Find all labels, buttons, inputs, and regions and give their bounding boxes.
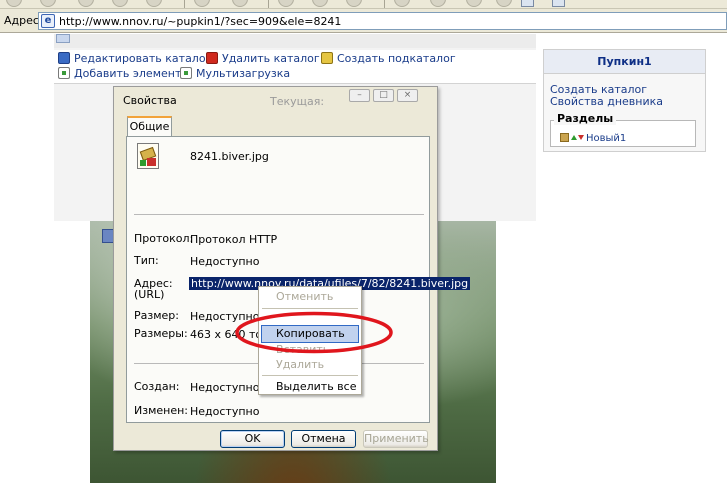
dialog-title: Свойства [123, 94, 177, 107]
delete-catalog-icon [206, 52, 218, 64]
address-url-text[interactable]: http://www.nnov.ru/~pupkin1/?sec=909&ele… [59, 15, 341, 28]
dialog-ghost-title: Текущая: [270, 95, 325, 108]
add-element-icon [58, 67, 70, 79]
diary-properties-link[interactable]: Свойства дневника [550, 95, 663, 108]
discuss-button-icon[interactable] [430, 0, 446, 7]
modified-label: Изменен: [134, 404, 189, 417]
protocol-value: Протокол HTTP [190, 233, 278, 246]
modified-value: Недоступно [190, 405, 260, 418]
toolbar-separator [384, 0, 385, 8]
close-icon[interactable]: × [397, 89, 418, 102]
file-name: 8241.biver.jpg [190, 150, 269, 163]
type-value: Недоступно [190, 255, 260, 268]
toolbar-app-icon[interactable] [552, 0, 565, 7]
ok-button[interactable]: OK [220, 430, 285, 448]
type-label: Тип: [134, 254, 159, 267]
browser-toolbar [0, 0, 727, 9]
address-url-label: (URL) [134, 288, 165, 301]
search-button-icon[interactable] [194, 0, 210, 7]
menu-separator [262, 308, 358, 309]
menu-item-select-all[interactable]: Выделить все [261, 378, 359, 396]
page-left-rail [0, 34, 54, 483]
menu-item-delete[interactable]: Удалить [261, 356, 359, 374]
toolbar-separator [268, 0, 269, 8]
tab-general[interactable]: Общие [127, 116, 172, 137]
address-bar: Адрес: e http://www.nnov.ru/~pupkin1/?se… [0, 9, 727, 33]
edit-catalog-link[interactable]: Редактировать каталог [58, 52, 211, 65]
sections-legend: Разделы [554, 112, 617, 125]
user-panel-title: Пупкин1 [544, 50, 705, 74]
properties-dialog: Свойства Текущая: – □ × Общие 8241.biver… [113, 86, 471, 451]
create-subcatalog-label: Создать подкаталог [337, 52, 456, 65]
messenger-button-icon[interactable] [466, 0, 482, 7]
size-value: Недоступно [190, 310, 260, 323]
apply-button[interactable]: Применить [363, 430, 429, 448]
forward-button-icon[interactable] [40, 0, 56, 7]
research-button-icon[interactable] [496, 0, 512, 7]
created-value: Недоступно [190, 381, 260, 394]
cancel-button[interactable]: Отмена [291, 430, 356, 448]
create-subcatalog-icon [321, 52, 333, 64]
refresh-button-icon[interactable] [112, 0, 128, 7]
delete-catalog-label: Удалить каталог [222, 52, 320, 65]
move-up-icon[interactable] [571, 135, 577, 140]
image-file-icon [137, 143, 159, 169]
menu-separator [262, 375, 358, 376]
dimensions-label: Размеры: [134, 327, 188, 340]
multiupload-link[interactable]: Мультизагрузка [180, 67, 290, 80]
stop-button-icon[interactable] [78, 0, 94, 7]
menu-item-undo[interactable]: Отменить [261, 288, 359, 306]
divider [134, 214, 424, 215]
toolbar-app-icon[interactable] [521, 0, 534, 7]
context-menu: Отменить Копировать Вставить Удалить Выд… [258, 286, 362, 395]
folder-icon [560, 133, 569, 142]
page-top-icon [56, 34, 70, 43]
move-down-icon[interactable] [578, 135, 584, 140]
section-item-label[interactable]: Новый1 [586, 133, 626, 144]
multiupload-icon [180, 67, 192, 79]
home-button-icon[interactable] [146, 0, 162, 7]
toolbar-separator [184, 0, 185, 8]
edit-button-icon[interactable] [394, 0, 410, 7]
protocol-label: Протокол: [134, 232, 194, 245]
address-input[interactable]: e http://www.nnov.ru/~pupkin1/?sec=909&e… [38, 12, 727, 30]
back-button-icon[interactable] [6, 0, 22, 7]
page-top-strip [54, 34, 536, 48]
section-item[interactable]: Новый1 [560, 133, 626, 144]
minimize-icon[interactable]: – [349, 89, 370, 102]
multiupload-label: Мультизагрузка [196, 67, 291, 80]
edit-catalog-icon [58, 52, 70, 64]
catalog-actions: Редактировать каталог Удалить каталог Со… [54, 50, 536, 84]
mail-button-icon[interactable] [312, 0, 328, 7]
delete-catalog-link[interactable]: Удалить каталог [206, 52, 320, 65]
edit-catalog-label: Редактировать каталог [74, 52, 212, 65]
history-button-icon[interactable] [278, 0, 294, 7]
size-label: Размер: [134, 309, 179, 322]
add-element-link[interactable]: Добавить элемент [58, 67, 181, 80]
page-globe-icon: e [41, 14, 55, 28]
created-label: Создан: [134, 380, 180, 393]
maximize-icon[interactable]: □ [373, 89, 394, 102]
print-button-icon[interactable] [346, 0, 362, 7]
user-panel: Пупкин1 Создать каталог Свойства дневник… [543, 49, 706, 152]
favorites-button-icon[interactable] [232, 0, 248, 7]
add-element-label: Добавить элемент [74, 67, 182, 80]
address-label: Адрес: [4, 14, 43, 27]
create-subcatalog-link[interactable]: Создать подкаталог [321, 52, 456, 65]
